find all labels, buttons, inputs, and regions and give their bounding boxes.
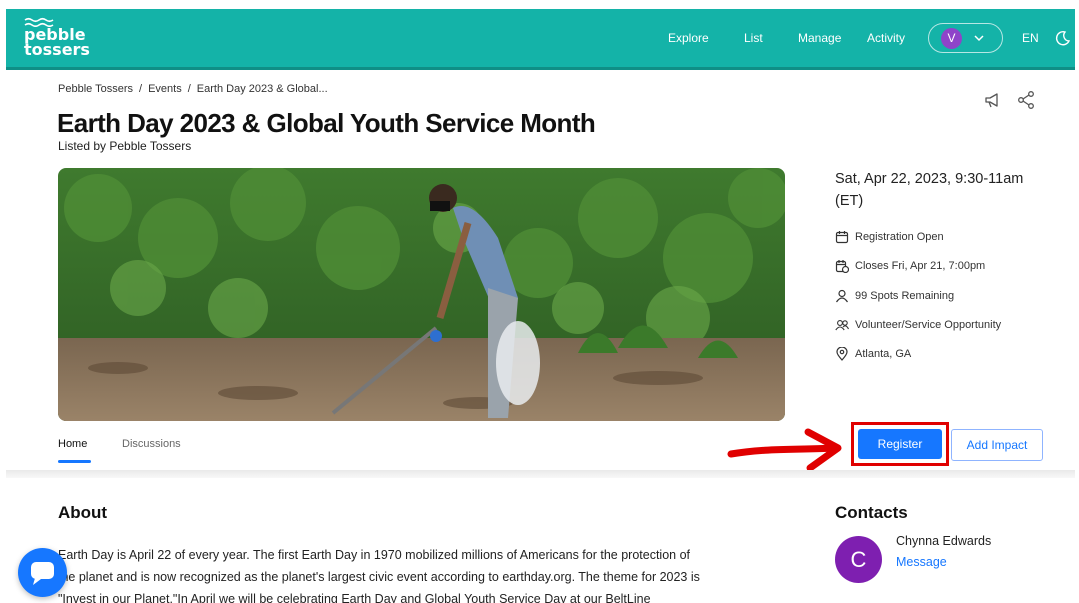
breadcrumb-separator: / [187, 83, 191, 95]
megaphone-icon[interactable] [983, 90, 1003, 110]
user-menu-button[interactable]: V [928, 23, 1003, 53]
contact-message-link[interactable]: Message [896, 555, 947, 569]
logo-text-line2: tossers [24, 40, 90, 59]
register-highlight-box: Register [851, 422, 949, 466]
calendar-clock-icon [835, 260, 849, 273]
event-location-text: Atlanta, GA [855, 348, 912, 360]
event-info-panel: Sat, Apr 22, 2023, 9:30-11am (ET) Regist… [835, 168, 1065, 361]
opportunity-type-text: Volunteer/Service Opportunity [855, 319, 1002, 331]
chevron-down-icon [974, 35, 984, 42]
register-button[interactable]: Register [858, 429, 942, 459]
opportunity-type: Volunteer/Service Opportunity [835, 318, 1001, 332]
about-line: Earth Day is April 22 of every year. The… [58, 548, 691, 562]
contact-avatar: C [835, 536, 882, 583]
language-selector[interactable]: EN [1022, 31, 1039, 45]
breadcrumb-current: Earth Day 2023 & Global... [196, 83, 328, 95]
nav-explore[interactable]: Explore [668, 31, 709, 45]
logo[interactable]: pebble tossers [24, 17, 90, 59]
registration-close-text: Closes Fri, Apr 21, 7:00pm [855, 260, 986, 272]
add-impact-button[interactable]: Add Impact [951, 429, 1043, 461]
event-date: Sat, Apr 22, 2023, 9:30-11am (ET) [835, 168, 1065, 212]
listed-by-text: Listed by Pebble Tossers [58, 139, 192, 153]
annotation-arrow-icon [727, 428, 842, 472]
breadcrumb: Pebble Tossers / Events / Earth Day 2023 & G… [58, 83, 328, 95]
breadcrumb-separator: / [139, 83, 143, 95]
event-hero-image [58, 168, 785, 421]
app-frame: pebble tossers Explore List Manage Activ… [6, 9, 1075, 603]
user-avatar: V [941, 28, 962, 49]
event-location: Atlanta, GA [835, 347, 911, 361]
event-date-line1: Sat, Apr 22, 2023, 9:30-11am [835, 171, 1024, 187]
tab-home[interactable]: Home [58, 438, 87, 450]
nav-manage[interactable]: Manage [798, 31, 841, 45]
registration-status-text: Registration Open [855, 231, 944, 243]
active-tab-indicator [58, 460, 91, 463]
nav-list[interactable]: List [744, 31, 763, 45]
breadcrumb-pebble-tossers[interactable]: Pebble Tossers [58, 83, 133, 95]
breadcrumb-events[interactable]: Events [148, 83, 182, 95]
event-date-line2: (ET) [835, 193, 864, 209]
about-description: Earth Day is April 22 of every year. The… [58, 544, 783, 603]
registration-status: Registration Open [835, 230, 944, 244]
event-title: Earth Day 2023 & Global Youth Service Mo… [57, 108, 596, 138]
location-pin-icon [836, 347, 848, 361]
registration-close: Closes Fri, Apr 21, 7:00pm [835, 259, 985, 273]
spots-remaining: 99 Spots Remaining [835, 289, 954, 303]
nav-activity[interactable]: Activity [867, 31, 905, 45]
chat-bubble-icon [31, 562, 54, 585]
chat-button[interactable] [18, 548, 67, 597]
dark-mode-moon-icon[interactable] [1055, 30, 1071, 46]
tab-discussions[interactable]: Discussions [122, 438, 181, 450]
top-navbar: pebble tossers Explore List Manage Activ… [6, 9, 1075, 70]
about-line: the planet and is now recognized as the … [58, 570, 700, 584]
section-divider [6, 470, 1075, 478]
calendar-icon [835, 231, 849, 244]
spots-remaining-text: 99 Spots Remaining [855, 290, 955, 302]
about-line: "Invest in our Planet."In April we will … [58, 592, 651, 603]
about-heading: About [58, 503, 108, 522]
contacts-heading: Contacts [835, 503, 908, 522]
person-icon [836, 289, 848, 303]
people-icon [835, 320, 849, 331]
share-icon[interactable] [1016, 90, 1036, 110]
contact-name: Chynna Edwards [896, 534, 992, 548]
